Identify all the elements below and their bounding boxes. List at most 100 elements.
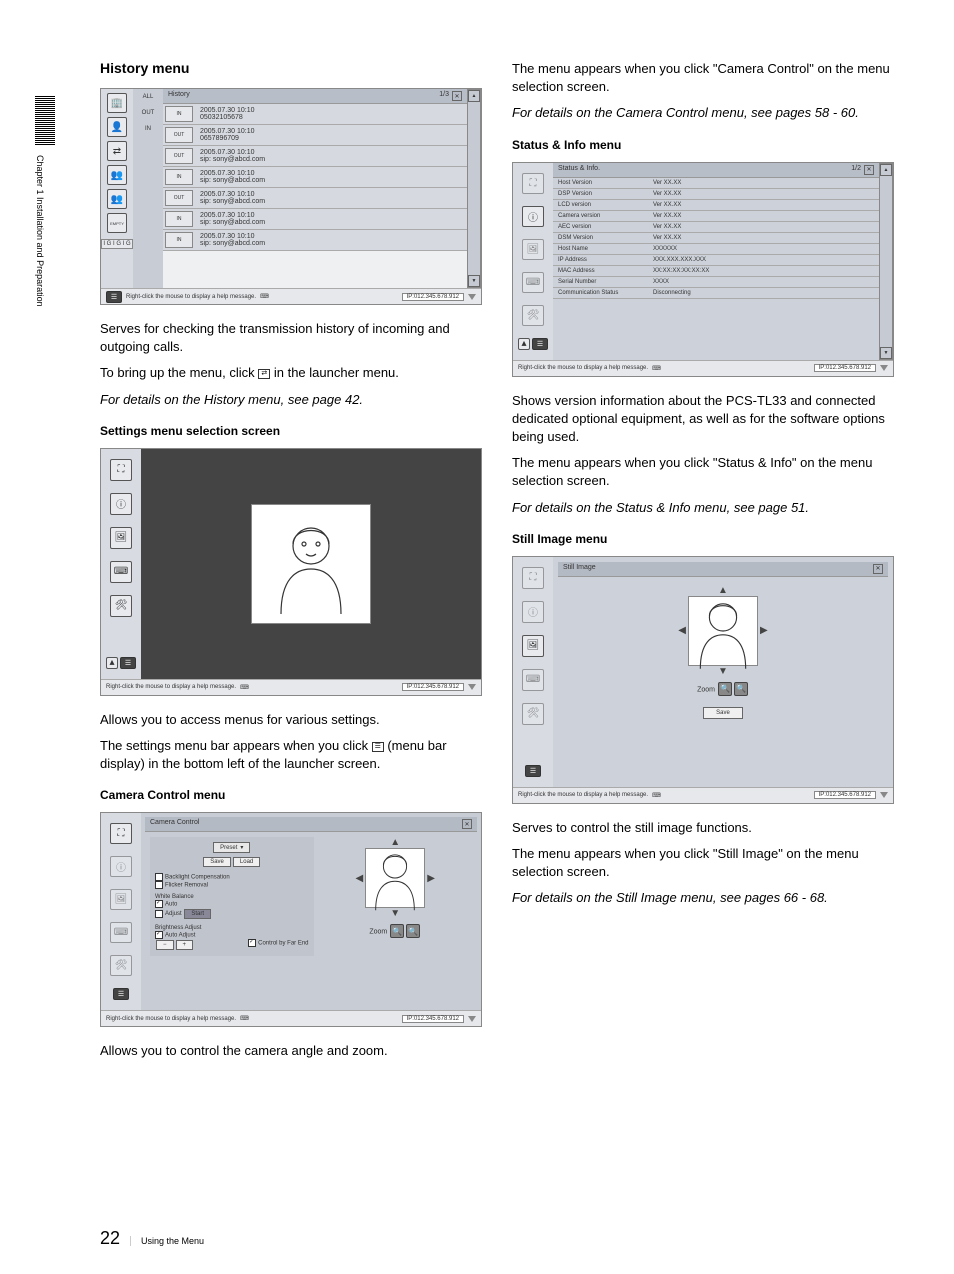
save-button[interactable]: Save: [203, 857, 231, 867]
collapse-icon[interactable]: ▴: [518, 338, 530, 350]
menu-bar-icon[interactable]: ☰: [120, 657, 136, 669]
collapse-icon[interactable]: ▴: [106, 657, 118, 669]
load-button[interactable]: Load: [233, 857, 260, 867]
keyboard-icon[interactable]: ⌨: [110, 922, 132, 943]
settings-icon[interactable]: 🛠: [522, 305, 544, 326]
keyboard-icon: ⌨: [652, 365, 661, 372]
status-desc-2: The menu appears when you click "Status …: [512, 454, 894, 490]
zoom-in-icon[interactable]: 🔍: [734, 682, 748, 696]
settings-icon[interactable]: 🛠: [110, 595, 132, 617]
close-icon[interactable]: ✕: [864, 165, 874, 175]
launcher-icon-5[interactable]: 👥: [107, 189, 127, 209]
scroll-down-icon: ▼: [880, 347, 892, 359]
still-save-button[interactable]: Save: [703, 707, 743, 719]
launcher-icon-empty[interactable]: EMPTY: [107, 213, 127, 233]
auto-wb-checkbox[interactable]: [155, 900, 163, 908]
camera-control-icon[interactable]: ⛶: [522, 567, 544, 589]
video-preview: [251, 504, 371, 624]
still-image-icon[interactable]: 🖼: [522, 635, 544, 657]
brightness-plus[interactable]: +: [176, 940, 194, 950]
camera-ref: For details on the Camera Control menu, …: [512, 104, 894, 122]
flicker-checkbox[interactable]: [155, 881, 163, 889]
still-image-icon[interactable]: 🖼: [522, 239, 544, 260]
history-heading: History menu: [100, 60, 482, 76]
zoom-in-icon[interactable]: 🔍: [406, 924, 420, 938]
start-button[interactable]: Start: [184, 909, 211, 919]
help-text: Right-click the mouse to display a help …: [106, 1016, 236, 1022]
scroll-up-icon: ▲: [468, 90, 480, 102]
still-title: Still Image: [563, 564, 596, 574]
pan-right-icon[interactable]: ▶: [760, 625, 768, 636]
still-image-icon[interactable]: 🖼: [110, 889, 132, 910]
still-screenshot: ⛶ ⓘ 🖼 ⌨ 🛠 ☰ Still Image✕ ▲ ◀ ▶ ▼ Zoom 🔍🔍…: [512, 556, 894, 804]
menu-bar-icon[interactable]: ☰: [532, 338, 548, 350]
page-footer: 22 Using the Menu: [100, 1228, 204, 1249]
help-text: Right-click the mouse to display a help …: [518, 792, 648, 798]
filter-all[interactable]: ALL: [143, 94, 154, 100]
launcher-icon-3[interactable]: ⇄: [107, 141, 127, 161]
status-desc-1: Shows version information about the PCS-…: [512, 392, 894, 447]
pan-down-icon[interactable]: ▼: [390, 908, 400, 919]
zoom-out-icon[interactable]: 🔍: [390, 924, 404, 938]
menu-bar-icon[interactable]: ☰: [113, 988, 129, 1000]
settings-screenshot: ⛶ ⓘ 🖼 ⌨ 🛠 ▴☰ Right-click the mouse to di…: [100, 448, 482, 696]
keyboard-icon[interactable]: ⌨: [522, 669, 544, 691]
control-far-checkbox[interactable]: [248, 939, 256, 947]
footer-text: Using the Menu: [130, 1236, 204, 1246]
close-icon[interactable]: ✕: [873, 564, 883, 574]
settings-desc-2: The settings menu bar appears when you c…: [100, 737, 482, 773]
scroll-down-icon: ▼: [468, 275, 480, 287]
scrollbar[interactable]: ▲▼: [467, 89, 481, 288]
history-ref: For details on the History menu, see pag…: [100, 391, 482, 409]
status-heading: Status & Info menu: [512, 138, 894, 152]
brightness-minus[interactable]: −: [156, 940, 174, 950]
status-screenshot: ⛶ ⓘ 🖼 ⌨ 🛠 ▴☰ Status & Info.1/2✕ Host Ver…: [512, 162, 894, 377]
filter-in[interactable]: IN: [145, 126, 151, 132]
pan-down-icon[interactable]: ▼: [718, 666, 728, 677]
scrollbar[interactable]: ▲▼: [879, 163, 893, 360]
close-icon[interactable]: ✕: [452, 91, 462, 101]
pan-left-icon[interactable]: ◀: [356, 873, 364, 884]
settings-icon[interactable]: 🛠: [522, 703, 544, 725]
preset-dropdown[interactable]: Preset ▾: [213, 842, 250, 853]
launcher-icon-4[interactable]: 👥: [107, 165, 127, 185]
keyboard-icon: ⌨: [240, 684, 249, 691]
keyboard-icon[interactable]: ⌨: [522, 272, 544, 293]
keyboard-icon: ⌨: [652, 792, 661, 799]
history-desc-1: Serves for checking the transmission his…: [100, 320, 482, 356]
backlight-checkbox[interactable]: [155, 873, 163, 881]
camera-preview: [365, 848, 425, 908]
launcher-icon-1[interactable]: 🏢: [107, 93, 127, 113]
still-image-icon[interactable]: 🖼: [110, 527, 132, 549]
zoom-out-icon[interactable]: 🔍: [718, 682, 732, 696]
chapter-tab: Chapter 1 Installation and Preparation: [35, 95, 55, 307]
menu-bar-icon[interactable]: ☰: [106, 291, 122, 303]
pan-right-icon[interactable]: ▶: [427, 873, 435, 884]
auto-brightness-checkbox[interactable]: [155, 931, 163, 939]
adjust-wb-checkbox[interactable]: [155, 910, 163, 918]
corner-icon: [468, 1016, 476, 1022]
status-info-icon[interactable]: ⓘ: [110, 856, 132, 877]
corner-icon: [880, 365, 888, 371]
pan-left-icon[interactable]: ◀: [678, 625, 686, 636]
still-preview: [688, 596, 758, 666]
close-icon[interactable]: ✕: [462, 819, 472, 829]
camera-control-icon[interactable]: ⛶: [110, 823, 132, 844]
filter-out[interactable]: OUT: [142, 110, 155, 116]
status-ref: For details on the Status & Info menu, s…: [512, 499, 894, 517]
keyboard-icon[interactable]: ⌨: [110, 561, 132, 583]
still-heading: Still Image menu: [512, 532, 894, 546]
menu-bar-icon[interactable]: ☰: [525, 765, 541, 777]
status-info-icon[interactable]: ⓘ: [522, 206, 544, 227]
camera-control-icon[interactable]: ⛶: [522, 173, 544, 194]
status-info-icon[interactable]: ⓘ: [110, 493, 132, 515]
status-info-icon[interactable]: ⓘ: [522, 601, 544, 623]
history-inline-icon: ⇄: [258, 369, 270, 379]
history-desc-2: To bring up the menu, click ⇄ in the lau…: [100, 364, 482, 382]
launcher-icon-2[interactable]: 👤: [107, 117, 127, 137]
corner-icon: [880, 792, 888, 798]
still-desc-1: Serves to control the still image functi…: [512, 819, 894, 837]
camera-control-icon[interactable]: ⛶: [110, 459, 132, 481]
settings-icon[interactable]: 🛠: [110, 955, 132, 976]
page-number: 22: [100, 1228, 120, 1249]
